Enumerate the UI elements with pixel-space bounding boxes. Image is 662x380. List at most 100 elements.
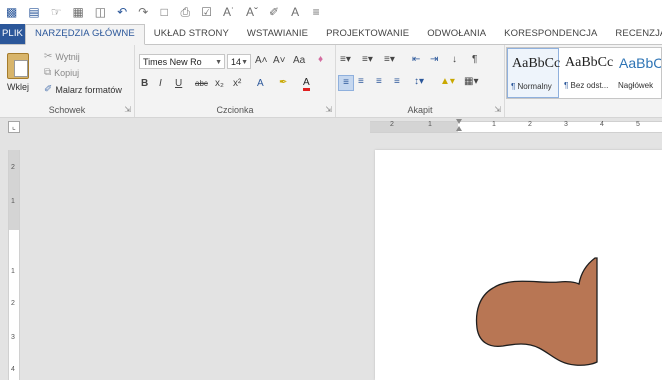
undo-icon[interactable]: ↶ — [117, 0, 127, 24]
underline-button[interactable]: U — [175, 77, 182, 91]
pilcrow-icon: ¶ — [564, 81, 569, 90]
paragraph-launcher-icon[interactable]: ⇲ — [494, 105, 501, 114]
tab-projektowanie[interactable]: PROJEKTOWANIE — [317, 24, 418, 44]
shrink-font-button[interactable]: A˅ — [273, 54, 286, 68]
shading-icon[interactable]: ▲▾ — [440, 75, 455, 89]
ruler-number: 2 — [390, 121, 394, 128]
redo-icon[interactable]: ↷ — [138, 0, 148, 24]
tab-odwolania[interactable]: ODWOŁANIA — [418, 24, 495, 44]
increase-indent-icon[interactable]: ⇥ — [430, 53, 438, 67]
sort-icon: ↓ — [452, 54, 457, 65]
clear-formatting-icon[interactable]: ♦ — [318, 53, 323, 67]
tab-recenzja[interactable]: RECENZJA — [606, 24, 662, 44]
font-name-combo[interactable]: Times New Ro ▼ — [139, 54, 225, 69]
copy-icon: ⧉ — [44, 67, 52, 78]
style-sample: AaBbCc — [565, 55, 614, 70]
strikethrough-button[interactable]: abc — [195, 77, 208, 91]
align-center-icon[interactable]: ≡ — [358, 75, 364, 89]
line-spacing-icon[interactable]: ↕▾ — [414, 75, 424, 89]
borders-icon[interactable]: ▦▾ — [464, 75, 478, 89]
grow-font-button[interactable]: A˄ — [255, 54, 268, 68]
ruler-margin — [370, 122, 458, 132]
font-color-button[interactable]: A — [303, 77, 310, 91]
clipboard-group-label: Schowek — [48, 105, 86, 115]
shape-outline — [475, 257, 598, 366]
print-icon[interactable]: ⎙ — [180, 0, 190, 24]
clipboard-group: Wklej ✂ Wytnij ⧉ Kopiuj ✐ Malarz formató… — [0, 45, 135, 117]
font-size-combo[interactable]: 14 ▼ — [227, 54, 251, 69]
tab-selector-icon[interactable]: ⌞ — [8, 121, 20, 133]
pilcrow-icon: ¶ — [511, 82, 516, 91]
highlight-icon[interactable]: ✒ — [279, 76, 287, 90]
save-icon[interactable]: ▤ — [28, 0, 39, 24]
document-page[interactable] — [375, 150, 662, 380]
ruler-number: 4 — [600, 121, 604, 128]
italic-button[interactable]: I — [159, 77, 162, 91]
chevron-down-icon: ▼ — [215, 59, 222, 66]
align-left-icon[interactable]: ≡ — [338, 75, 354, 91]
scissors-icon: ✂ — [44, 51, 53, 62]
horizontal-ruler[interactable]: 2 1 1 2 3 4 5 — [370, 119, 662, 133]
style-name: Nagłówek — [618, 81, 654, 90]
word-app-icon[interactable]: ▩ — [6, 0, 17, 24]
font-size-value: 14 — [231, 57, 242, 67]
paste-button[interactable]: Wklej — [3, 51, 33, 101]
copy-label: Kopiuj — [54, 67, 80, 78]
decrease-indent-icon[interactable]: ⇤ — [412, 53, 420, 67]
ruler-number: 3 — [564, 121, 568, 128]
format-painter-label: Malarz formatów — [55, 84, 122, 95]
clipboard-icon — [7, 53, 29, 79]
tab-narzedzia-glowne[interactable]: NARZĘDZIA GŁÓWNE — [25, 24, 145, 45]
justify-icon[interactable]: ≡ — [394, 75, 400, 89]
freeform-shape[interactable] — [471, 254, 601, 374]
clipboard-launcher-icon[interactable]: ⇲ — [124, 105, 131, 114]
bold-button[interactable]: B — [141, 77, 148, 91]
table-icon[interactable]: ◫ — [95, 0, 106, 24]
quick-access-toolbar: ▩ ▤ ☞ ▦ ◫ ↶ ↷ □ ⎙ ☑ A˙ Aˇ ✐ A ≡ — [0, 0, 662, 24]
ruler-number: 1 — [11, 198, 15, 205]
style-no-spacing[interactable]: AaBbCc ¶ Bez odst... — [561, 48, 613, 98]
ruler-number: 2 — [528, 121, 532, 128]
increase-font-icon[interactable]: A˙ — [223, 0, 235, 24]
multilevel-list-icon[interactable]: ≡▾ — [384, 53, 395, 67]
customize-dropdown-icon[interactable]: ≡ — [311, 0, 321, 24]
styles-gallery: AaBbCc ¶ Normalny AaBbCc ¶ Bez odst... A… — [506, 47, 662, 99]
style-name: Normalny — [517, 82, 552, 91]
numbering-icon[interactable]: ≡▾ — [362, 53, 373, 67]
tab-korespondencja[interactable]: KORESPONDENCJA — [495, 24, 606, 44]
style-sample: AaBbC — [619, 55, 662, 71]
show-formatting-button[interactable]: ¶ — [472, 53, 477, 67]
bullets-icon[interactable]: ≡▾ — [340, 53, 351, 67]
font-group: Times New Ro ▼ 14 ▼ A˄ A˅ Aa ♦ B I U abc… — [135, 45, 336, 117]
superscript-button[interactable]: x² — [233, 77, 241, 91]
vertical-ruler[interactable]: 2 1 1 2 3 4 — [8, 150, 20, 380]
tab-wstawianie[interactable]: WSTAWIANIE — [238, 24, 317, 44]
ruler-number: 1 — [492, 121, 496, 128]
ruler-number: 2 — [11, 300, 15, 307]
text-effects-button[interactable]: A — [257, 77, 264, 91]
touch-mode-icon[interactable]: ☞ — [51, 0, 62, 24]
tab-plik[interactable]: PLIK — [0, 24, 25, 44]
copy-button[interactable]: ⧉ Kopiuj — [44, 67, 79, 78]
print-preview-icon[interactable]: □ — [159, 0, 169, 24]
format-painter-button[interactable]: ✐ Malarz formatów — [44, 84, 122, 95]
chevron-down-icon: ▼ — [241, 59, 248, 66]
tab-uklad-strony[interactable]: UKŁAD STRONY — [145, 24, 238, 44]
align-right-icon[interactable]: ≡ — [376, 75, 382, 89]
font-launcher-icon[interactable]: ⇲ — [325, 105, 332, 114]
style-normal[interactable]: AaBbCc ¶ Normalny — [507, 48, 560, 98]
sort-button[interactable]: ↓ — [452, 53, 457, 67]
style-heading[interactable]: AaBbC Nagłówek — [615, 48, 662, 98]
text-effect-icon[interactable]: A — [290, 0, 300, 24]
indent-marker-icon[interactable] — [456, 119, 462, 133]
subscript-button[interactable]: x₂ — [215, 77, 224, 91]
paint-icon[interactable]: ✐ — [269, 0, 279, 24]
ribbon-tabs: PLIK NARZĘDZIA GŁÓWNE UKŁAD STRONY WSTAW… — [0, 24, 662, 45]
ruler-number: 2 — [11, 164, 15, 171]
document-workspace: ⌞ 2 1 1 2 3 4 5 2 1 1 2 3 4 — [0, 118, 662, 380]
cut-button[interactable]: ✂ Wytnij — [44, 51, 80, 62]
decrease-font-icon[interactable]: Aˇ — [246, 0, 258, 24]
spelling-icon[interactable]: ☑ — [201, 0, 212, 24]
new-table-icon[interactable]: ▦ — [72, 0, 83, 24]
change-case-button[interactable]: Aa — [293, 54, 305, 68]
